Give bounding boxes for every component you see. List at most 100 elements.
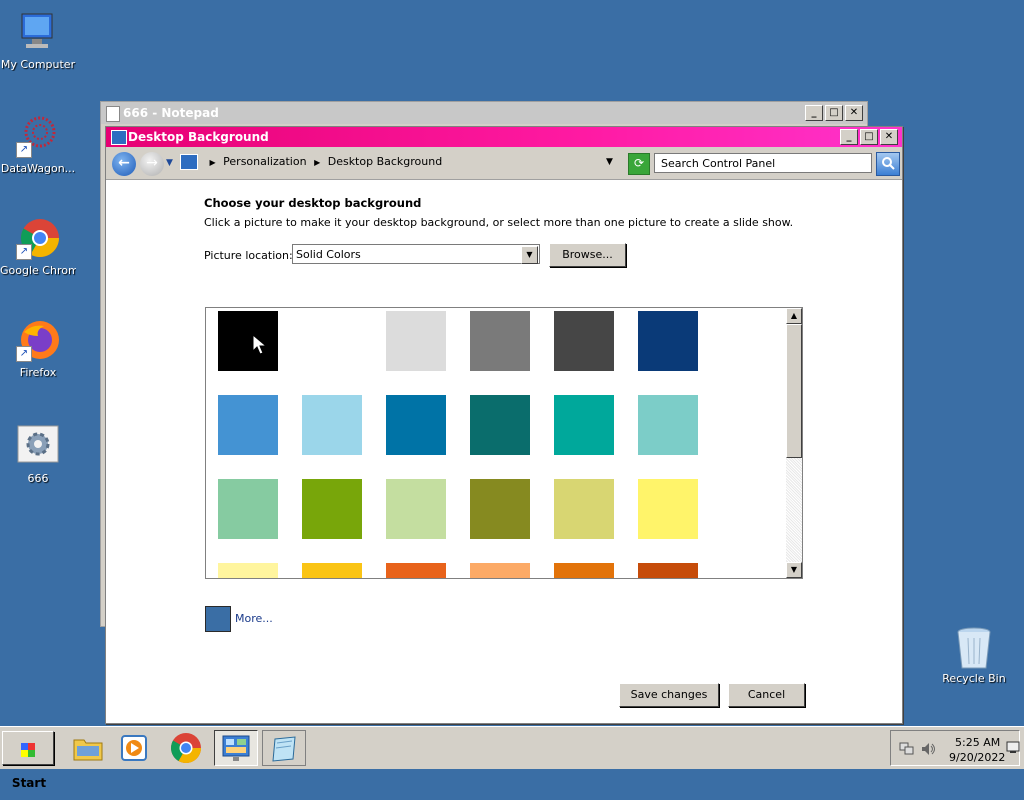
scroll-down-button[interactable]: ▼ [786,562,802,578]
datawagon-icon: ↗ [16,114,60,158]
desktop-icon-label: DataWagon... [0,162,76,175]
close-button[interactable]: ✕ [845,105,863,121]
color-swatch[interactable] [554,563,614,578]
color-swatch[interactable] [554,395,614,455]
color-picker-grid[interactable]: ▲ ▼ [205,307,803,579]
scroll-up-button[interactable]: ▲ [786,308,802,324]
search-button[interactable] [876,152,900,176]
mouse-cursor-icon [252,334,268,355]
show-desktop-icon[interactable] [1006,741,1020,753]
search-input[interactable]: Search Control Panel [654,153,872,173]
browse-button[interactable]: Browse... [549,243,626,267]
color-swatch[interactable] [386,479,446,539]
shortcut-arrow-icon: ↗ [16,142,32,158]
color-swatch[interactable] [302,311,362,371]
picture-location-row: Picture location: Solid Colors ▼ Browse.… [204,243,844,269]
desktop-background-window[interactable]: Desktop Background _ □ ✕ ← → ▼ ▶ Persona… [105,126,903,724]
color-swatch[interactable] [470,311,530,371]
address-bar: ← → ▼ ▶ Personalization ▶ Desktop Backgr… [106,147,902,180]
window-title-bar[interactable]: Desktop Background _ □ ✕ [106,127,902,147]
desktop-icon-datawagon[interactable]: ↗ DataWagon... [0,114,76,175]
color-swatch[interactable] [554,311,614,371]
chrome-icon: ↗ [16,216,60,260]
breadcrumb[interactable]: ▶ Personalization ▶ Desktop Background [180,152,622,172]
save-changes-button[interactable]: Save changes [619,683,719,707]
desktop-icon-label: Firefox [19,366,57,379]
taskbar-control-panel[interactable] [214,730,258,766]
network-icon[interactable] [899,742,915,756]
taskbar-media-player[interactable] [112,730,156,766]
color-swatch[interactable] [302,563,362,578]
control-panel-icon [222,735,250,761]
page-description: Click a picture to make it your desktop … [204,216,794,229]
desktop-icon-my-computer[interactable]: My Computer [0,10,76,71]
desktop-icon-recycle-bin[interactable]: Recycle Bin [936,624,1012,685]
refresh-button[interactable]: ⟳ [628,153,650,175]
color-swatch[interactable] [386,563,446,578]
color-swatch[interactable] [218,395,278,455]
media-player-icon [121,735,147,761]
minimize-button[interactable]: _ [805,105,823,121]
forward-button[interactable]: → [140,152,164,176]
color-swatch[interactable] [470,395,530,455]
color-swatch[interactable] [470,563,530,578]
color-swatch[interactable] [638,395,698,455]
desktop-icon-label: Google Chrome [0,264,76,277]
search-icon [882,157,895,170]
notepad-icon [272,736,296,762]
firefox-icon: ↗ [16,318,60,362]
minimize-button[interactable]: _ [840,129,858,145]
color-swatch[interactable] [302,395,362,455]
control-panel-icon [180,154,198,170]
color-swatch[interactable] [302,479,362,539]
cancel-button[interactable]: Cancel [728,683,805,707]
chevron-right-icon[interactable]: ▶ [210,158,216,167]
volume-icon[interactable] [921,742,937,756]
address-dropdown-icon[interactable]: ▼ [606,157,613,167]
color-swatch[interactable] [638,311,698,371]
vertical-scrollbar[interactable]: ▲ ▼ [786,308,802,578]
window-title: Desktop Background [128,130,269,144]
page-heading: Choose your desktop background [204,196,422,210]
shortcut-arrow-icon: ↗ [16,346,32,362]
color-swatch[interactable] [638,563,698,578]
desktop-icon-firefox[interactable]: ↗ Firefox [0,318,76,379]
desktop-icon-666[interactable]: 666 [0,424,76,485]
maximize-button[interactable]: □ [860,129,878,145]
desktop-icon-google-chrome[interactable]: ↗ Google Chrome [0,216,76,277]
color-swatch[interactable] [218,563,278,578]
computer-icon [16,10,60,54]
maximize-button[interactable]: □ [825,105,843,121]
color-swatch[interactable] [218,479,278,539]
windows-flag-icon [20,742,35,757]
start-label: Start [11,776,47,790]
taskbar-explorer[interactable] [66,730,110,766]
color-swatch[interactable] [386,311,446,371]
scroll-thumb[interactable] [786,324,802,458]
chevron-right-icon[interactable]: ▶ [314,158,320,167]
back-button[interactable]: ← [112,152,136,176]
notepad-title-bar[interactable]: 666 - Notepad _ □ ✕ [101,102,867,124]
more-colors-link[interactable]: More... [235,612,273,625]
color-swatch[interactable] [386,395,446,455]
picture-location-value: Solid Colors [296,248,361,261]
color-swatch[interactable] [638,479,698,539]
picture-location-label: Picture location: [204,249,293,262]
notepad-title: 666 - Notepad [123,106,219,120]
close-button[interactable]: ✕ [880,129,898,145]
clock-date[interactable]: 9/20/2022 [949,751,1005,764]
chrome-icon [170,733,201,764]
start-button[interactable]: Start [2,731,54,790]
color-swatch[interactable] [554,479,614,539]
breadcrumb-desktop-background[interactable]: Desktop Background [328,155,443,168]
color-swatch[interactable] [470,479,530,539]
taskbar-chrome[interactable] [164,730,208,766]
control-panel-icon [111,130,127,145]
breadcrumb-personalization[interactable]: Personalization [223,155,306,168]
current-color-swatch[interactable] [205,606,231,632]
clock-time[interactable]: 5:25 AM [955,736,1000,749]
taskbar-notepad[interactable] [262,730,306,766]
picture-location-select[interactable]: Solid Colors ▼ [292,244,540,264]
history-dropdown-icon[interactable]: ▼ [166,158,173,168]
chevron-down-icon[interactable]: ▼ [521,246,538,264]
